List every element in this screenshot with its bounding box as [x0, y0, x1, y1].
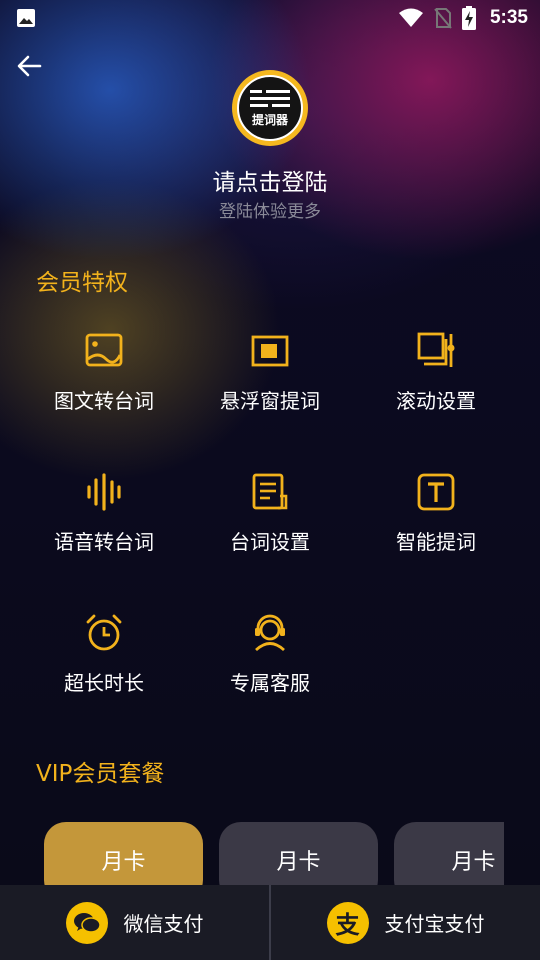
gallery-icon — [17, 9, 35, 27]
alipay-icon: 支 — [326, 901, 369, 944]
clock-time: 5:35 — [489, 7, 528, 28]
vip-plan-card[interactable]: 月卡 — [394, 822, 504, 888]
headset-icon — [255, 614, 285, 652]
perk-customer-service[interactable]: 专属客服 — [185, 613, 355, 733]
floating-window-icon — [251, 335, 289, 367]
vip-plan-card[interactable]: 月卡 — [219, 822, 378, 888]
perk-label: 滚动设置 — [396, 389, 476, 413]
login-title[interactable]: 请点击登陆 — [0, 163, 540, 197]
logo-text: 提词器 — [251, 113, 288, 127]
wechat-pay-label: 微信支付 — [123, 912, 204, 936]
app-logo[interactable]: 提词器 — [232, 70, 308, 146]
perk-label: 超长时长 — [64, 671, 144, 695]
perk-scroll-settings[interactable]: 滚动设置 — [351, 331, 521, 451]
alarm-clock-icon — [86, 614, 122, 651]
scroll-settings-icon — [417, 332, 455, 367]
perk-long-duration[interactable]: 超长时长 — [19, 613, 189, 733]
vip-section-title: VIP会员套餐 — [36, 761, 165, 787]
script-settings-icon — [252, 473, 288, 510]
wifi-icon — [398, 8, 423, 27]
no-sim-icon — [434, 8, 452, 29]
login-subtitle: 登陆体验更多 — [219, 202, 321, 222]
payment-bar: 微信支付 支 支付宝支付 — [0, 885, 540, 960]
perk-script-settings[interactable]: 台词设置 — [185, 472, 355, 592]
wechat-pay-button[interactable]: 微信支付 — [0, 885, 269, 960]
perk-label: 台词设置 — [230, 530, 310, 554]
perk-voice-to-script[interactable]: 语音转台词 — [19, 472, 189, 592]
smart-text-icon — [417, 473, 455, 511]
perk-label: 悬浮窗提词 — [220, 389, 320, 413]
battery-charging-icon — [461, 6, 476, 30]
perk-label: 语音转台词 — [54, 530, 154, 554]
perk-label: 图文转台词 — [54, 389, 154, 413]
image-icon — [85, 333, 123, 367]
perk-label: 智能提词 — [396, 530, 476, 554]
perk-image-to-script[interactable]: 图文转台词 — [19, 331, 189, 451]
wechat-icon — [65, 901, 108, 944]
alipay-button[interactable]: 支 支付宝支付 — [271, 885, 540, 960]
vip-plan-list[interactable]: 月卡 月卡 月卡 — [44, 822, 504, 888]
vip-plan-card[interactable]: 月卡 — [44, 822, 203, 888]
perk-label: 专属客服 — [230, 671, 310, 695]
back-arrow-icon[interactable] — [14, 50, 46, 82]
status-bar: 5:35 — [0, 0, 540, 36]
perks-section-title: 会员特权 — [36, 270, 128, 296]
alipay-icon-glyph: 支 — [335, 911, 360, 939]
voice-wave-icon — [87, 473, 121, 511]
perk-smart-prompt[interactable]: 智能提词 — [351, 472, 521, 592]
alipay-label: 支付宝支付 — [384, 912, 485, 936]
logo-lines-icon — [250, 90, 290, 107]
perk-floating-window[interactable]: 悬浮窗提词 — [185, 331, 355, 451]
logo-badge: 提词器 — [237, 75, 303, 141]
